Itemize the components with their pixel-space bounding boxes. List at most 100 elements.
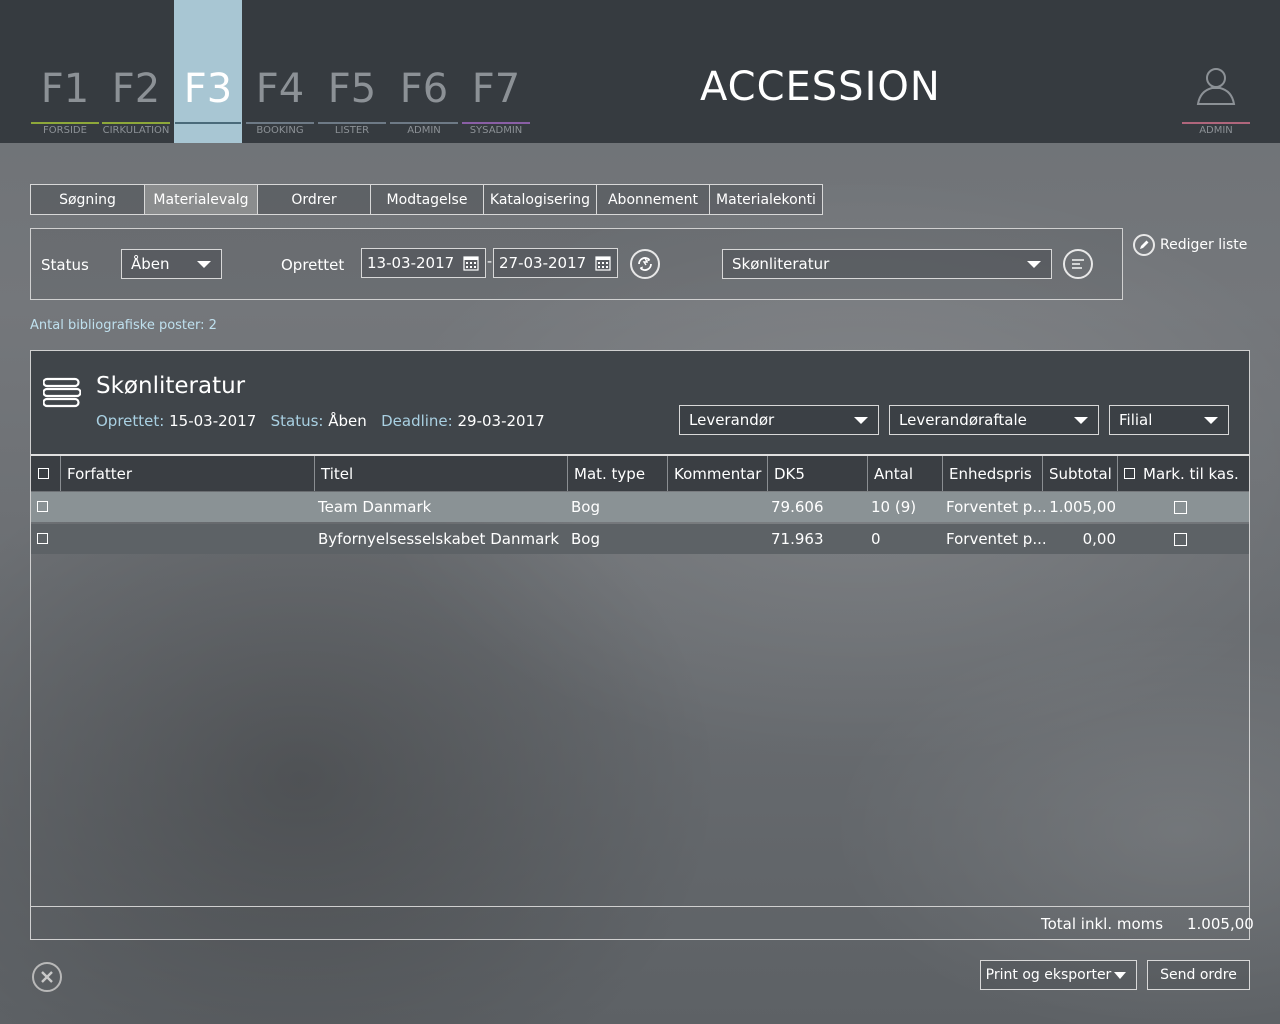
fkey-f2-number: F2 bbox=[111, 66, 161, 112]
row-mark-checkbox[interactable] bbox=[1174, 501, 1187, 514]
calendar-icon[interactable] bbox=[595, 255, 611, 271]
fkey-f5[interactable]: F5 LISTER bbox=[317, 0, 387, 143]
fkey-f7[interactable]: F7 SYSADMIN bbox=[461, 0, 531, 143]
row-antal: 0 bbox=[871, 530, 881, 548]
fkey-f4[interactable]: F4 BOOKING bbox=[245, 0, 315, 143]
tab-katalogisering[interactable]: Katalogisering bbox=[483, 184, 596, 215]
column-author[interactable]: Forfatter bbox=[61, 456, 315, 491]
user-underline bbox=[1182, 122, 1250, 124]
tab-sogning[interactable]: Søgning bbox=[30, 184, 144, 215]
tab-modtagelse[interactable]: Modtagelse bbox=[370, 184, 483, 215]
list-options-button[interactable] bbox=[1063, 249, 1093, 279]
sub-tabs: Søgning Materialevalg Ordrer Modtagelse … bbox=[30, 184, 823, 217]
chevron-down-icon bbox=[197, 261, 211, 268]
fkey-f5-number: F5 bbox=[327, 66, 377, 112]
fkey-f4-underline bbox=[246, 122, 314, 124]
list-header: Skønliteratur Oprettet: 15-03-2017 Statu… bbox=[31, 351, 1249, 454]
fkey-f3-number: F3 bbox=[183, 66, 233, 112]
status-dropdown[interactable]: Åben bbox=[121, 249, 222, 279]
list-panel: Skønliteratur Oprettet: 15-03-2017 Statu… bbox=[30, 350, 1254, 940]
close-button[interactable] bbox=[32, 962, 62, 992]
column-mattype[interactable]: Mat. type bbox=[568, 456, 668, 491]
fkey-f6-number: F6 bbox=[399, 66, 449, 112]
date-from-value: 13-03-2017 bbox=[367, 254, 455, 272]
fkey-f6[interactable]: F6 ADMIN bbox=[389, 0, 459, 143]
fkey-f1-number: F1 bbox=[40, 66, 90, 112]
created-key: Oprettet: bbox=[96, 412, 165, 430]
row-dk5: 71.963 bbox=[771, 530, 824, 548]
row-antal: 10 (9) bbox=[871, 498, 917, 516]
table-footer-divider bbox=[31, 906, 1249, 907]
edit-list-label: Rediger liste bbox=[1160, 237, 1248, 253]
column-mark-cash-label[interactable]: Mark. til kas. bbox=[1143, 465, 1239, 483]
column-title[interactable]: Titel bbox=[315, 456, 568, 491]
table-header: Forfatter Titel Mat. type Kommentar DK5 … bbox=[31, 454, 1249, 491]
row-mattype: Bog bbox=[571, 498, 600, 516]
row-mark-checkbox[interactable] bbox=[1174, 533, 1187, 546]
deadline-value: 29-03-2017 bbox=[457, 412, 545, 430]
row-dk5: 79.606 bbox=[771, 498, 824, 516]
column-antal[interactable]: Antal bbox=[868, 456, 943, 491]
date-from-field[interactable]: 13-03-2017 bbox=[361, 248, 486, 278]
row-title: Team Danmark bbox=[318, 498, 432, 516]
created-value: 15-03-2017 bbox=[169, 412, 257, 430]
row-subtotal: 0,00 bbox=[1082, 530, 1116, 548]
send-order-button[interactable]: Send ordre bbox=[1147, 960, 1250, 990]
status-dropdown-value: Åben bbox=[131, 255, 170, 273]
fkey-f1[interactable]: F1 FORSIDE bbox=[30, 0, 100, 143]
refresh-icon bbox=[638, 257, 652, 271]
row-select-checkbox[interactable] bbox=[37, 501, 48, 512]
status-value: Åben bbox=[328, 412, 367, 430]
deadline-key: Deadline: bbox=[381, 412, 453, 430]
row-unit-price: Forventet p... bbox=[946, 498, 1047, 516]
agreement-dropdown-value: Leverandøraftale bbox=[899, 411, 1027, 429]
fkey-f2[interactable]: F2 CIRKULATION bbox=[101, 0, 171, 143]
column-comment[interactable]: Kommentar bbox=[668, 456, 768, 491]
pencil-icon bbox=[1133, 234, 1155, 256]
branch-dropdown[interactable]: Filial bbox=[1109, 405, 1229, 435]
chevron-down-icon bbox=[1074, 417, 1088, 424]
record-count: Antal bibliografiske poster: 2 bbox=[30, 318, 217, 333]
print-export-button[interactable]: Print og eksporter bbox=[980, 960, 1137, 990]
supplier-dropdown[interactable]: Leverandør bbox=[679, 405, 879, 435]
refresh-button[interactable] bbox=[630, 249, 660, 279]
tab-abonnement[interactable]: Abonnement bbox=[596, 184, 709, 215]
mark-all-checkbox[interactable] bbox=[1124, 468, 1135, 479]
print-export-label: Print og eksporter bbox=[985, 967, 1112, 983]
user-menu[interactable]: ADMIN bbox=[1180, 0, 1252, 143]
fkey-f5-label: LISTER bbox=[334, 125, 370, 136]
column-unit-price[interactable]: Enhedspris bbox=[943, 456, 1043, 491]
fkey-f2-label: CIRKULATION bbox=[102, 125, 170, 136]
tab-materialevalg[interactable]: Materialevalg bbox=[144, 184, 257, 215]
row-mattype: Bog bbox=[571, 530, 600, 548]
chevron-down-icon bbox=[1027, 261, 1041, 268]
column-subtotal[interactable]: Subtotal bbox=[1043, 456, 1118, 491]
list-options-icon bbox=[1072, 259, 1084, 269]
fkey-f4-label: BOOKING bbox=[256, 125, 304, 136]
total-label: Total inkl. moms bbox=[1041, 915, 1164, 933]
select-all-checkbox[interactable] bbox=[38, 468, 49, 479]
fkey-f7-number: F7 bbox=[471, 66, 521, 112]
agreement-dropdown[interactable]: Leverandøraftale bbox=[889, 405, 1099, 435]
created-label: Oprettet bbox=[281, 256, 345, 274]
table-row[interactable]: Team Danmark Bog 79.606 10 (9) Forventet… bbox=[31, 492, 1249, 522]
fkey-f3[interactable]: F3 bbox=[174, 0, 242, 143]
filter-bar: Status Åben Oprettet 13-03-2017 - 27-03-… bbox=[30, 228, 1123, 300]
tab-ordrer[interactable]: Ordrer bbox=[257, 184, 370, 215]
calendar-icon[interactable] bbox=[463, 255, 479, 271]
branch-dropdown-value: Filial bbox=[1119, 411, 1153, 429]
row-select-checkbox[interactable] bbox=[37, 533, 48, 544]
date-to-field[interactable]: 27-03-2017 bbox=[493, 248, 618, 278]
fkey-f2-underline bbox=[102, 122, 170, 124]
list-dropdown[interactable]: Skønliteratur bbox=[722, 249, 1052, 279]
column-dk5[interactable]: DK5 bbox=[768, 456, 868, 491]
tab-materialekonti[interactable]: Materialekonti bbox=[709, 184, 823, 215]
chevron-down-icon bbox=[854, 417, 868, 424]
fkey-f3-underline bbox=[175, 122, 241, 124]
chevron-down-icon bbox=[1114, 972, 1126, 979]
edit-list-button[interactable]: Rediger liste bbox=[1133, 234, 1247, 256]
fkey-f1-underline bbox=[31, 122, 99, 124]
app-title: ACCESSION bbox=[700, 64, 941, 110]
user-label: ADMIN bbox=[1199, 125, 1233, 136]
table-row[interactable]: Byfornyelsesselskabet Danmark Bog 71.963… bbox=[31, 524, 1249, 554]
